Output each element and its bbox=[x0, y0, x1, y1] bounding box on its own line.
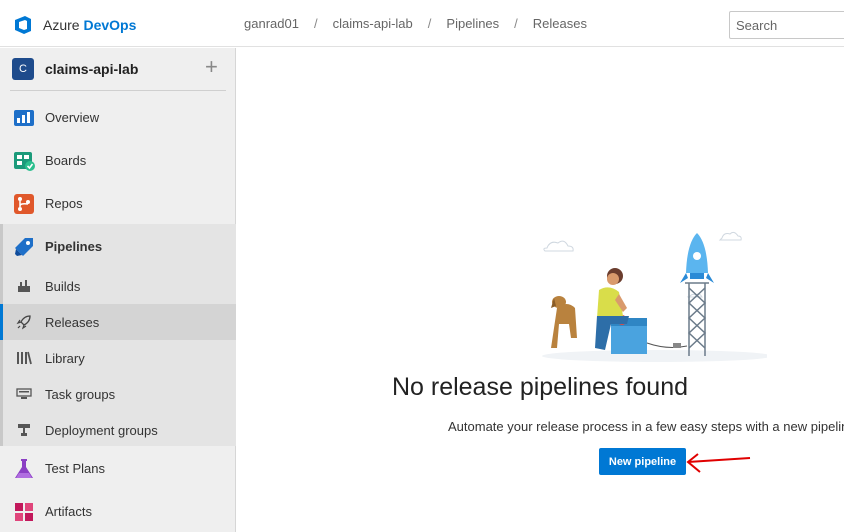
sidebar-item-label: Artifacts bbox=[45, 504, 92, 519]
sidebar-item-label: Repos bbox=[45, 196, 83, 211]
sidebar-item-library[interactable]: Library bbox=[0, 340, 236, 376]
sidebar-item-label: Pipelines bbox=[45, 239, 103, 254]
library-icon bbox=[17, 351, 32, 365]
sidebar-item-label: Releases bbox=[45, 314, 100, 330]
pipelines-icon bbox=[15, 237, 33, 256]
brand-name: Azure DevOps bbox=[43, 17, 136, 33]
top-bar: Azure DevOps ganrad01 / claims-api-lab /… bbox=[0, 0, 844, 47]
azure-devops-logo-icon bbox=[15, 16, 31, 34]
selected-indicator bbox=[0, 304, 3, 340]
repos-icon bbox=[14, 193, 34, 214]
project-avatar: C bbox=[12, 58, 34, 80]
boards-icon bbox=[14, 151, 35, 171]
sidebar-item-overview[interactable]: Overview bbox=[0, 96, 236, 139]
search-input[interactable]: Search bbox=[729, 11, 844, 39]
annotation-arrow-icon bbox=[686, 453, 751, 473]
sidebar-item-boards[interactable]: Boards bbox=[0, 139, 236, 182]
sidebar-item-label: Test Plans bbox=[45, 461, 105, 476]
sidebar-item-label: Overview bbox=[45, 110, 100, 125]
sidebar-item-releases[interactable]: Releases bbox=[0, 304, 236, 340]
breadcrumb: ganrad01 / claims-api-lab / Pipelines / … bbox=[244, 16, 587, 31]
empty-state-illustration bbox=[542, 231, 767, 362]
sidebar-item-artifacts[interactable]: Artifacts bbox=[0, 490, 236, 532]
breadcrumb-separator: / bbox=[427, 16, 432, 31]
brand-product: DevOps bbox=[83, 17, 137, 33]
builds-icon bbox=[18, 280, 30, 292]
breadcrumb-separator: / bbox=[313, 16, 318, 31]
artifacts-icon bbox=[15, 502, 33, 521]
add-icon[interactable]: + bbox=[205, 55, 218, 79]
test-plans-icon bbox=[15, 458, 33, 478]
divider bbox=[10, 90, 226, 91]
sidebar-item-label: Library bbox=[45, 350, 85, 366]
breadcrumb-project[interactable]: claims-api-lab bbox=[333, 16, 413, 31]
sidebar-item-label: Boards bbox=[45, 153, 87, 168]
brand[interactable]: Azure DevOps bbox=[12, 14, 136, 36]
overview-icon bbox=[14, 109, 34, 126]
sidebar-item-pipelines[interactable]: Pipelines bbox=[0, 225, 236, 268]
sidebar-item-builds[interactable]: Builds bbox=[0, 268, 236, 304]
sidebar: C claims-api-lab + Overview Boards Repos… bbox=[0, 48, 236, 532]
breadcrumb-separator: / bbox=[514, 16, 518, 31]
new-pipeline-button[interactable]: New pipeline bbox=[599, 448, 686, 475]
sidebar-item-label: Deployment groups bbox=[45, 422, 158, 438]
sidebar-item-label: Builds bbox=[45, 278, 81, 294]
empty-state-title: No release pipelines found bbox=[391, 373, 689, 401]
sidebar-item-repos[interactable]: Repos bbox=[0, 182, 236, 225]
sidebar-item-deployment-groups[interactable]: Deployment groups bbox=[0, 412, 236, 448]
project-header[interactable]: C claims-api-lab + bbox=[0, 48, 236, 90]
deployment-groups-icon bbox=[18, 424, 30, 436]
empty-state-subtitle: Automate your release process in a few e… bbox=[448, 419, 844, 434]
breadcrumb-pipelines[interactable]: Pipelines bbox=[446, 16, 499, 31]
rocket-icon bbox=[16, 315, 31, 330]
breadcrumb-org[interactable]: ganrad01 bbox=[244, 16, 299, 31]
main-content: No release pipelines found Automate your… bbox=[237, 48, 844, 532]
sidebar-item-test-plans[interactable]: Test Plans bbox=[0, 447, 236, 490]
breadcrumb-releases[interactable]: Releases bbox=[533, 16, 587, 31]
task-groups-icon bbox=[16, 388, 32, 399]
brand-prefix: Azure bbox=[43, 17, 84, 33]
project-name: claims-api-lab bbox=[45, 61, 139, 77]
